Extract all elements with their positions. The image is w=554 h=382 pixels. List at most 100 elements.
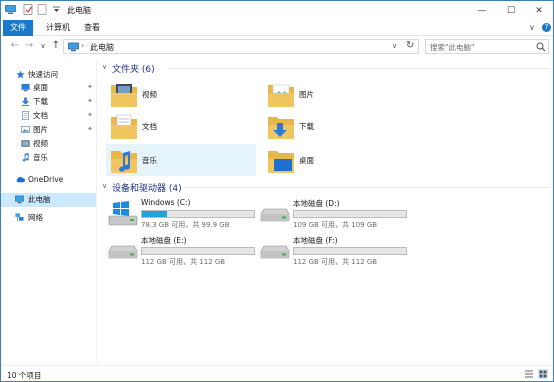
folder-downloads[interactable]: 下载: [263, 110, 413, 142]
sidebar-item-onedrive[interactable]: OneDrive: [1, 173, 96, 186]
hard-drive-icon: [108, 245, 138, 259]
maximize-button[interactable]: ☐: [497, 1, 525, 20]
drive-c[interactable]: Windows (C:) 78.3 GB 可用，共 99.9 GB: [106, 198, 256, 232]
window-title: 此电脑: [67, 6, 91, 15]
properties-quick-icon[interactable]: [23, 4, 34, 15]
sidebar-item-label: 文档: [33, 111, 48, 120]
status-bar: 10 个项目: [1, 365, 553, 381]
drive-size: 78.3 GB 可用，共 99.9 GB: [141, 221, 230, 229]
minimize-button[interactable]: —: [468, 1, 496, 20]
desktop-icon: [21, 83, 30, 92]
drive-name: 本地磁盘 (E:): [141, 236, 187, 245]
drive-d[interactable]: 本地磁盘 (D:) 109 GB 可用，共 109 GB: [258, 198, 408, 232]
navigation-bar: ← → ∨ ↑ › 此电脑 ∨ ↻ 搜索"此电脑": [1, 36, 553, 57]
drive-usage-bar: [293, 247, 407, 255]
folder-name: 桌面: [299, 156, 314, 165]
title-bar[interactable]: 此电脑 — ☐ ✕: [1, 1, 553, 20]
breadcrumb-this-pc[interactable]: 此电脑: [90, 42, 114, 53]
explorer-window: 此电脑 — ☐ ✕ 文件 计算机 查看 ∨ ? ← → ∨ ↑ › 此电脑 ∨ …: [0, 0, 554, 382]
folder-name: 下载: [299, 122, 314, 131]
item-count: 10 个项目: [7, 371, 42, 380]
refresh-button[interactable]: ↻: [406, 40, 414, 51]
cloud-icon: [16, 176, 25, 183]
sidebar-item-videos[interactable]: 视频: [1, 137, 96, 150]
sidebar-item-desktop[interactable]: 桌面 ✦: [1, 81, 96, 94]
sidebar-item-label: OneDrive: [28, 175, 64, 184]
help-icon[interactable]: ?: [542, 23, 551, 32]
pin-icon: ✦: [87, 125, 93, 133]
sidebar-item-label: 音乐: [33, 153, 48, 162]
pictures-folder-icon: [268, 84, 294, 107]
collapse-folders-icon[interactable]: ∨: [102, 63, 107, 71]
details-view-icon[interactable]: [524, 369, 534, 379]
videos-icon: [21, 140, 30, 147]
sidebar-item-label: 视频: [33, 139, 48, 148]
hard-drive-icon: [260, 208, 290, 222]
documents-folder-icon: [111, 114, 137, 139]
collapse-drives-icon[interactable]: ∨: [102, 182, 107, 190]
large-icons-view-icon[interactable]: [538, 369, 548, 379]
back-button[interactable]: ←: [9, 40, 21, 52]
folder-music[interactable]: 音乐: [106, 144, 256, 176]
folder-videos[interactable]: 视频: [106, 78, 256, 110]
documents-icon: [21, 111, 30, 120]
sidebar-item-downloads[interactable]: 下载 ✦: [1, 95, 96, 108]
sidebar-item-this-pc[interactable]: 此电脑: [1, 193, 96, 207]
ribbon-tabs: 文件 计算机 查看 ∨ ?: [1, 20, 553, 36]
computer-app-icon: [5, 5, 16, 14]
drive-size: 109 GB 可用，共 109 GB: [293, 221, 378, 229]
sidebar-item-quick-access[interactable]: 快速访问: [1, 68, 96, 81]
pin-icon: ✦: [87, 111, 93, 119]
pin-icon: ✦: [87, 83, 93, 91]
desktop-folder-icon: [268, 151, 294, 173]
search-icon[interactable]: [536, 42, 546, 52]
drive-size: 112 GB 可用，共 112 GB: [141, 258, 226, 266]
pictures-icon: [21, 125, 30, 134]
computer-icon: [68, 42, 79, 52]
computer-icon: [15, 195, 24, 204]
recent-locations-button[interactable]: ∨: [37, 40, 49, 52]
drive-name: Windows (C:): [141, 198, 191, 207]
chevron-down-icon[interactable]: [51, 4, 62, 15]
sidebar-item-music[interactable]: 音乐: [1, 151, 96, 164]
ribbon-collapse-icon[interactable]: ∨: [529, 23, 535, 32]
search-box[interactable]: 搜索"此电脑": [425, 39, 549, 54]
drive-f[interactable]: 本地磁盘 (F:) 112 GB 可用，共 112 GB: [258, 235, 408, 269]
sidebar-item-documents[interactable]: 文档 ✦: [1, 109, 96, 122]
content-pane: ∨ 文件夹 (6) 视频 图片 文档 下载 音乐 桌面 ∨ 设备和驱动器 (4)…: [98, 59, 553, 364]
tab-computer[interactable]: 计算机: [39, 20, 77, 36]
drive-name: 本地磁盘 (D:): [293, 199, 340, 208]
pin-icon: ✦: [87, 97, 93, 105]
sidebar-item-network[interactable]: 网络: [1, 211, 96, 224]
tab-file[interactable]: 文件: [3, 20, 33, 36]
address-bar[interactable]: › 此电脑 ∨ ↻: [63, 39, 419, 54]
forward-button[interactable]: →: [23, 40, 35, 52]
close-button[interactable]: ✕: [525, 1, 553, 20]
group-divider: [168, 68, 548, 69]
tab-view[interactable]: 查看: [77, 20, 107, 36]
sidebar-item-pictures[interactable]: 图片 ✦: [1, 123, 96, 136]
address-dropdown-icon[interactable]: ∨: [392, 42, 397, 50]
folder-pictures[interactable]: 图片: [263, 78, 413, 110]
windows-drive-icon: [108, 201, 138, 226]
group-divider: [184, 187, 548, 188]
drive-usage-bar: [141, 247, 255, 255]
up-button[interactable]: ↑: [50, 40, 62, 52]
music-folder-icon: [111, 151, 137, 173]
drive-usage-bar: [141, 210, 255, 218]
folder-desktop[interactable]: 桌面: [263, 144, 413, 176]
drive-e[interactable]: 本地磁盘 (E:) 112 GB 可用，共 112 GB: [106, 235, 256, 269]
sidebar-item-label: 桌面: [33, 83, 48, 92]
sidebar-item-label: 快速访问: [28, 70, 58, 79]
folders-group-header[interactable]: 文件夹 (6): [112, 62, 155, 75]
search-input[interactable]: 搜索"此电脑": [430, 42, 474, 53]
breadcrumb-separator: ›: [81, 41, 85, 50]
folder-name: 视频: [142, 90, 157, 99]
star-icon: [16, 70, 25, 79]
folder-name: 音乐: [142, 156, 157, 165]
download-icon: [21, 97, 30, 106]
drives-group-header[interactable]: 设备和驱动器 (4): [112, 181, 182, 194]
folder-documents[interactable]: 文档: [106, 110, 256, 142]
new-folder-quick-icon[interactable]: [37, 4, 48, 15]
sidebar-item-label: 下载: [33, 97, 48, 106]
